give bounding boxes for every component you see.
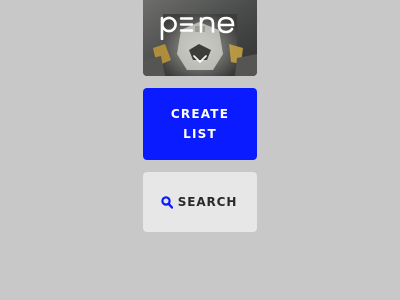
search-label: SEARCH — [177, 195, 238, 209]
search-button[interactable]: SEARCH — [143, 172, 257, 232]
pine-logo[interactable] — [159, 10, 243, 40]
create-list-button[interactable]: CREATE LIST — [143, 88, 257, 160]
create-list-label: CREATE LIST — [170, 107, 230, 141]
hero-banner — [143, 0, 257, 76]
chevron-down-icon[interactable] — [192, 54, 208, 64]
search-icon — [160, 195, 173, 209]
